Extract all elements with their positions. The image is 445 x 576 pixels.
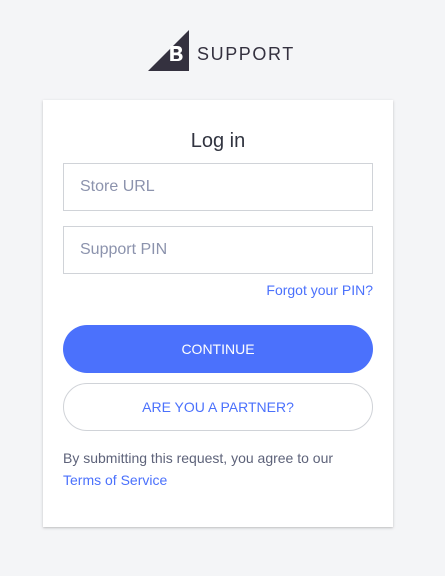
login-card: Log in Forgot your PIN? CONTINUE ARE YOU… (43, 100, 393, 527)
disclaimer-text: By submitting this request, you agree to… (63, 450, 334, 466)
terms-of-service-link[interactable]: Terms of Service (63, 472, 167, 488)
header: SUPPORT (0, 30, 445, 72)
brand-text: SUPPORT (197, 44, 295, 64)
continue-button-label: CONTINUE (181, 341, 255, 357)
bigcommerce-b-logo-icon (148, 30, 189, 71)
store-url-input[interactable] (63, 163, 373, 211)
page-title: Log in (190, 130, 246, 152)
forgot-pin-link[interactable]: Forgot your PIN? (266, 281, 373, 299)
terms-disclaimer: By submitting this request, you agree to… (63, 447, 373, 491)
continue-button[interactable]: CONTINUE (63, 325, 373, 373)
partner-button-label: ARE YOU A PARTNER? (142, 399, 294, 415)
support-pin-input[interactable] (63, 226, 373, 274)
partner-button[interactable]: ARE YOU A PARTNER? (63, 383, 373, 431)
